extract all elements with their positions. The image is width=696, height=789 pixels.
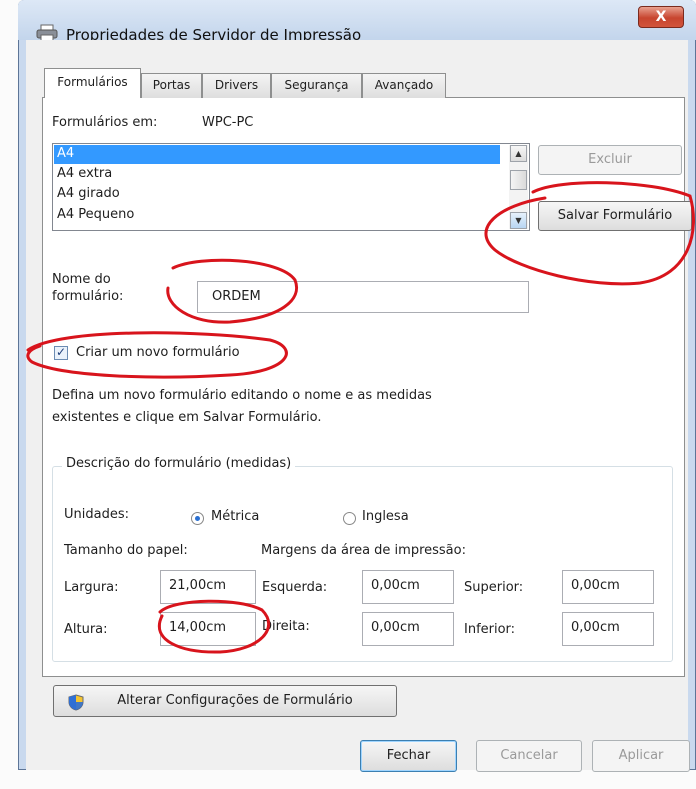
delete-button[interactable]: Excluir	[538, 145, 682, 175]
scroll-up-button[interactable]: ▲	[510, 145, 527, 162]
imperial-label[interactable]: Inglesa	[362, 509, 409, 524]
right-margin-input[interactable]: 0,00cm	[362, 612, 454, 646]
left-margin-label: Esquerda:	[262, 580, 328, 595]
imperial-radio[interactable]	[343, 512, 356, 525]
bottom-margin-input[interactable]: 0,00cm	[562, 612, 654, 646]
list-item[interactable]: A4 Pequeno	[54, 206, 500, 225]
change-form-settings-label: Alterar Configurações de Formulário	[117, 693, 353, 708]
top-margin-label: Superior:	[464, 580, 524, 595]
cancel-button[interactable]: Cancelar	[476, 740, 582, 772]
scroll-thumb[interactable]	[510, 170, 527, 190]
left-margin-input[interactable]: 0,00cm	[362, 570, 454, 604]
right-margin-label: Direita:	[262, 619, 310, 634]
forms-listbox[interactable]: A4 A4 extra A4 girado A4 Pequeno ▲ ▼	[52, 143, 530, 231]
tab-drivers[interactable]: Drivers	[202, 73, 271, 98]
list-scrollbar[interactable]: ▲ ▼	[509, 145, 528, 229]
list-item[interactable]: A4 extra	[54, 165, 500, 184]
close-button[interactable]: Fechar	[360, 740, 457, 772]
width-input[interactable]: 21,00cm	[160, 570, 256, 604]
save-form-button[interactable]: Salvar Formulário	[538, 201, 692, 231]
margins-label: Margens da área de impressão:	[261, 543, 466, 558]
instructions-line1: Defina um novo formulário editando o nom…	[52, 388, 432, 403]
tab-ports[interactable]: Portas	[141, 73, 202, 98]
metric-label[interactable]: Métrica	[211, 509, 259, 524]
create-new-form-label[interactable]: Criar um novo formulário	[76, 345, 240, 360]
form-name-label-line2: formulário:	[52, 289, 124, 304]
change-form-settings-button[interactable]: Alterar Configurações de Formulário	[53, 685, 397, 717]
form-description-title: Descrição do formulário (medidas)	[62, 456, 296, 471]
scroll-down-button[interactable]: ▼	[510, 212, 527, 229]
height-input[interactable]: 14,00cm	[160, 612, 256, 646]
list-item[interactable]: A4	[54, 145, 500, 164]
form-name-label: Nome do formulário:	[52, 271, 123, 305]
units-label: Unidades:	[64, 507, 129, 522]
height-label: Altura:	[64, 622, 108, 637]
metric-radio[interactable]	[191, 512, 204, 525]
tab-advanced[interactable]: Avançado	[362, 73, 446, 98]
instructions-text: Defina um novo formulário editando o nom…	[52, 385, 432, 429]
instructions-line2: existentes e clique em Salvar Formulário…	[52, 410, 322, 425]
form-name-label-line1: Nome do	[52, 272, 111, 287]
apply-button[interactable]: Aplicar	[592, 740, 690, 772]
paper-size-label: Tamanho do papel:	[64, 543, 188, 558]
forms-on-value: WPC-PC	[202, 115, 254, 130]
tab-security[interactable]: Segurança	[271, 73, 362, 98]
forms-on-label: Formulários em:	[52, 115, 158, 130]
tab-forms[interactable]: Formulários	[44, 68, 141, 98]
list-item[interactable]: A4 girado	[54, 185, 500, 204]
shield-icon	[68, 693, 84, 711]
top-margin-input[interactable]: 0,00cm	[562, 570, 654, 604]
close-window-button[interactable]: X	[638, 6, 684, 28]
create-new-form-checkbox[interactable]: ✓	[54, 346, 68, 360]
bottom-margin-label: Inferior:	[464, 622, 516, 637]
width-label: Largura:	[64, 580, 119, 595]
form-name-input[interactable]: ORDEM	[197, 281, 529, 313]
